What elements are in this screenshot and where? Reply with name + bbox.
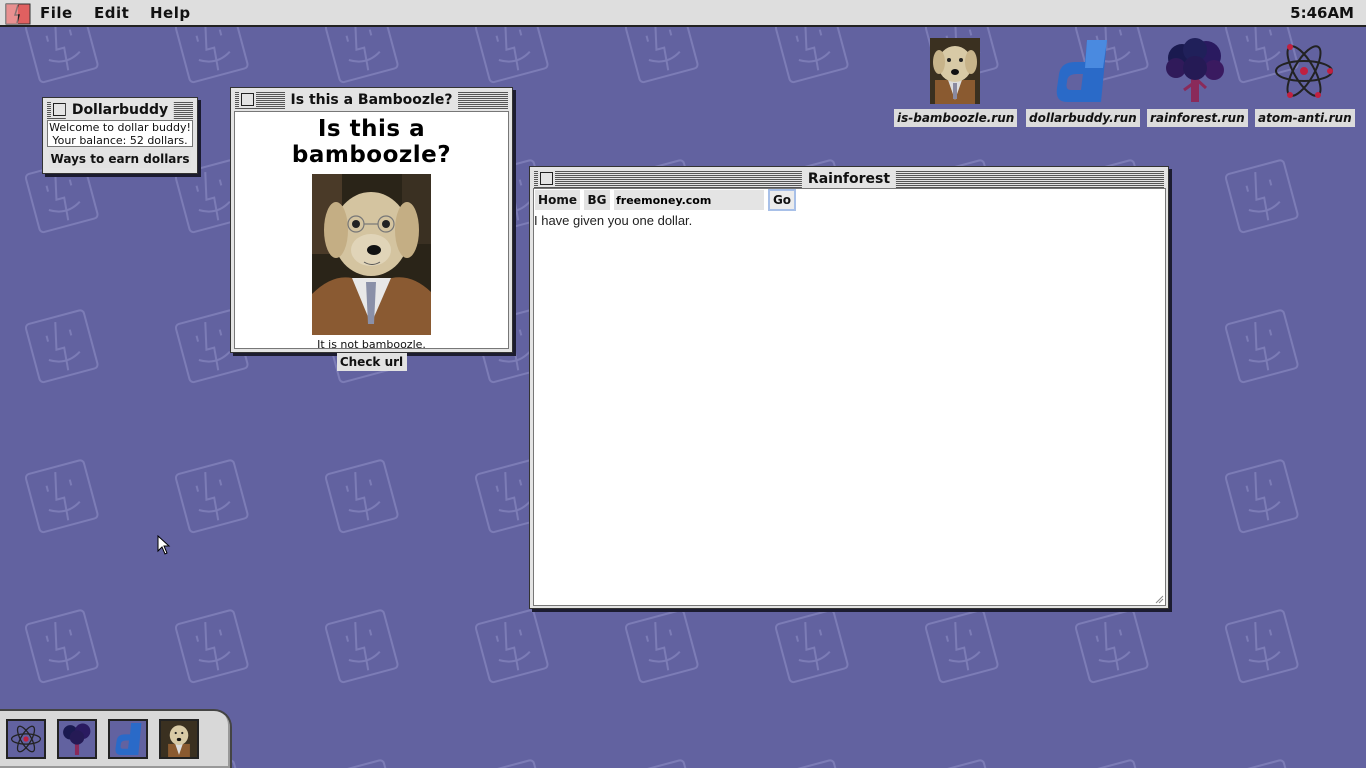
desktop-icon-atom-anti[interactable]: atom-anti.run [1255,38,1355,127]
dock-item-atom[interactable] [6,719,46,759]
menu-bar: File Edit Help 5:46AM [0,0,1366,27]
close-box-icon[interactable] [53,103,66,116]
desktop-icon-dollarbuddy[interactable]: dollarbuddy.run [1026,38,1140,127]
dock-item-is-bamboozle[interactable] [159,719,199,759]
menu-file[interactable]: File [40,4,73,22]
menu-clock: 5:46AM [1290,4,1354,22]
ways-to-earn-button[interactable]: Ways to earn dollars [49,150,191,168]
dog-photo-icon [165,721,193,757]
dock-item-rainforest[interactable] [57,719,97,759]
mouse-cursor-icon [157,535,171,555]
desktop-icon-label: dollarbuddy.run [1026,109,1140,127]
desktop-icon-label: is-bamboozle.run [894,109,1018,127]
atom-icon [1255,38,1352,104]
dollarbuddy-logo-icon [1026,38,1136,104]
page-body-text: I have given you one dollar. [534,213,693,228]
finder-logo-icon[interactable] [5,3,31,25]
browser-toolbar: Home BG Go [535,189,796,211]
window-titlebar[interactable]: Rainforest [534,170,1164,188]
bamboozle-heading: Is this a bamboozle? [291,116,452,168]
tree-icon [1147,38,1243,104]
desktop-icon-rainforest[interactable]: rainforest.run [1147,38,1248,127]
tree-icon [63,723,91,755]
window-titlebar[interactable]: Is this a Bamboozle? [235,91,508,109]
dock [0,709,232,768]
bg-button[interactable]: BG [584,190,610,210]
home-button[interactable]: Home [535,190,580,210]
close-box-icon[interactable] [241,93,254,106]
dock-item-dollarbuddy[interactable] [108,719,148,759]
atom-icon [10,725,42,753]
close-box-icon[interactable] [540,172,553,185]
desktop-icon-label: rainforest.run [1147,109,1248,127]
window-title: Is this a Bamboozle? [284,91,459,109]
rainforest-window: Rainforest Home BG Go I have given you o… [529,166,1169,609]
desktop-icon-label: atom-anti.run [1255,109,1355,127]
dollarbuddy-logo-icon [115,723,142,755]
go-button[interactable]: Go [768,189,796,211]
balance-text: Your balance: 52 dollars. [52,134,188,147]
check-url-button[interactable]: Check url [336,353,407,371]
desktop-icon-is-bamboozle[interactable]: is-bamboozle.run [894,38,1018,127]
dog-in-suit-image [312,174,431,335]
window-titlebar[interactable]: Dollarbuddy [47,101,193,119]
rainforest-content: Home BG Go I have given you one dollar. [533,188,1166,606]
window-title: Dollarbuddy [65,101,175,119]
bamboozle-window: Is this a Bamboozle? Is this a bamboozle… [230,87,513,371]
resize-grip-icon[interactable] [1154,594,1164,604]
url-input[interactable] [614,190,764,210]
welcome-text: Welcome to dollar buddy! [49,121,191,134]
dollarbuddy-window: Dollarbuddy Welcome to dollar buddy! You… [42,97,198,174]
menu-edit[interactable]: Edit [94,4,129,22]
window-title: Rainforest [801,170,897,188]
dog-photo-icon [894,38,1015,104]
bamboozle-content: Is this a bamboozle? It is not bamboozle… [234,111,509,371]
bamboozle-result: It is not bamboozle. [317,338,426,351]
dollarbuddy-content: Welcome to dollar buddy! Your balance: 5… [47,120,193,147]
menu-help[interactable]: Help [150,4,191,22]
